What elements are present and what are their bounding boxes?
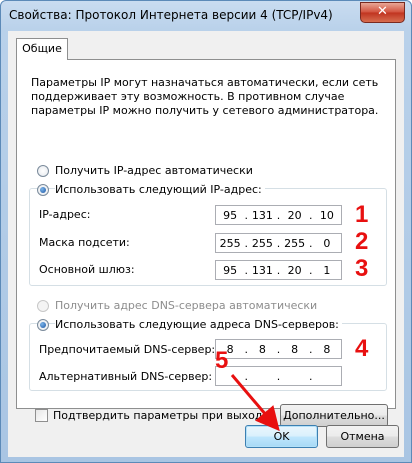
window-title: Свойства: Протокол Интернета версии 4 (T… [9, 8, 333, 22]
ip-manual-label: Использовать следующий IP-адрес: [55, 183, 265, 196]
ip-octet: 131 [251, 263, 273, 277]
tab-general[interactable]: Общие [16, 38, 68, 60]
dns-manual-label: Использовать следующие адреса DNS-сервер… [55, 318, 342, 331]
annotation-4: 4 [355, 335, 369, 362]
close-icon: ✕ [377, 4, 388, 19]
ip-octet: 20 [287, 263, 302, 277]
ip-octet: 95 [223, 208, 238, 222]
ip-manual-radio[interactable] [37, 184, 49, 196]
dns-auto-radio[interactable] [37, 300, 49, 312]
ip-octet: 20 [287, 208, 302, 222]
annotation-5: 5 [215, 347, 229, 374]
ip-octet: 8 [258, 342, 266, 356]
cancel-button[interactable]: Отмена [326, 425, 399, 448]
close-button[interactable]: ✕ [360, 2, 405, 23]
ip-address-field[interactable]: 95. 131. 20. 10 [215, 205, 342, 225]
validate-label: Подтвердить параметры при выходе [53, 409, 270, 422]
subnet-mask-label: Маска подсети: [39, 236, 130, 249]
general-tab-panel: Параметры IP могут назначаться автоматич… [16, 59, 396, 427]
advanced-button[interactable]: Дополнительно... [280, 404, 388, 427]
ip-auto-radio[interactable] [37, 165, 49, 177]
ip-octet: 0 [323, 236, 331, 250]
dns-manual-radio[interactable] [37, 319, 49, 331]
dns-auto-label: Получить адрес DNS-сервера автоматически [55, 299, 318, 312]
default-gateway-label: Основной шлюз: [39, 263, 135, 276]
title-bar[interactable]: Свойства: Протокол Интернета версии 4 (T… [1, 1, 411, 31]
ip-octet: 1 [323, 263, 331, 277]
annotation-2: 2 [355, 228, 369, 255]
subnet-mask-field[interactable]: 255. 255. 255. 0 [215, 233, 342, 253]
annotation-1: 1 [355, 201, 369, 228]
ip-octet: 95 [223, 263, 238, 277]
ip-octet: 8 [291, 342, 299, 356]
ip-octet: 8 [323, 342, 331, 356]
dialog-client-area: Общие Параметры IP могут назначаться авт… [8, 31, 404, 457]
preferred-dns-label: Предпочитаемый DNS-сервер: [39, 343, 216, 356]
ip-octet: 131 [251, 208, 273, 222]
alternate-dns-field[interactable]: . . . [215, 366, 342, 386]
ok-button[interactable]: OK [245, 425, 318, 448]
preferred-dns-field[interactable]: 8. 8. 8. 8 [215, 339, 342, 359]
ip-octet: 255 [219, 236, 241, 250]
alternate-dns-label: Альтернативный DNS-сервер: [39, 370, 213, 383]
ip-octet: 255 [284, 236, 306, 250]
description-text: Параметры IP могут назначаться автоматич… [31, 76, 379, 117]
ip-address-label: IP-адрес: [39, 208, 91, 221]
ip-auto-label: Получить IP-адрес автоматически [55, 164, 253, 177]
ip-octet: 10 [319, 208, 334, 222]
dialog-window: Свойства: Протокол Интернета версии 4 (T… [0, 0, 412, 463]
default-gateway-field[interactable]: 95. 131. 20. 1 [215, 260, 342, 280]
ip-octet: 255 [251, 236, 273, 250]
annotation-3: 3 [355, 255, 369, 282]
validate-checkbox[interactable] [35, 409, 48, 422]
